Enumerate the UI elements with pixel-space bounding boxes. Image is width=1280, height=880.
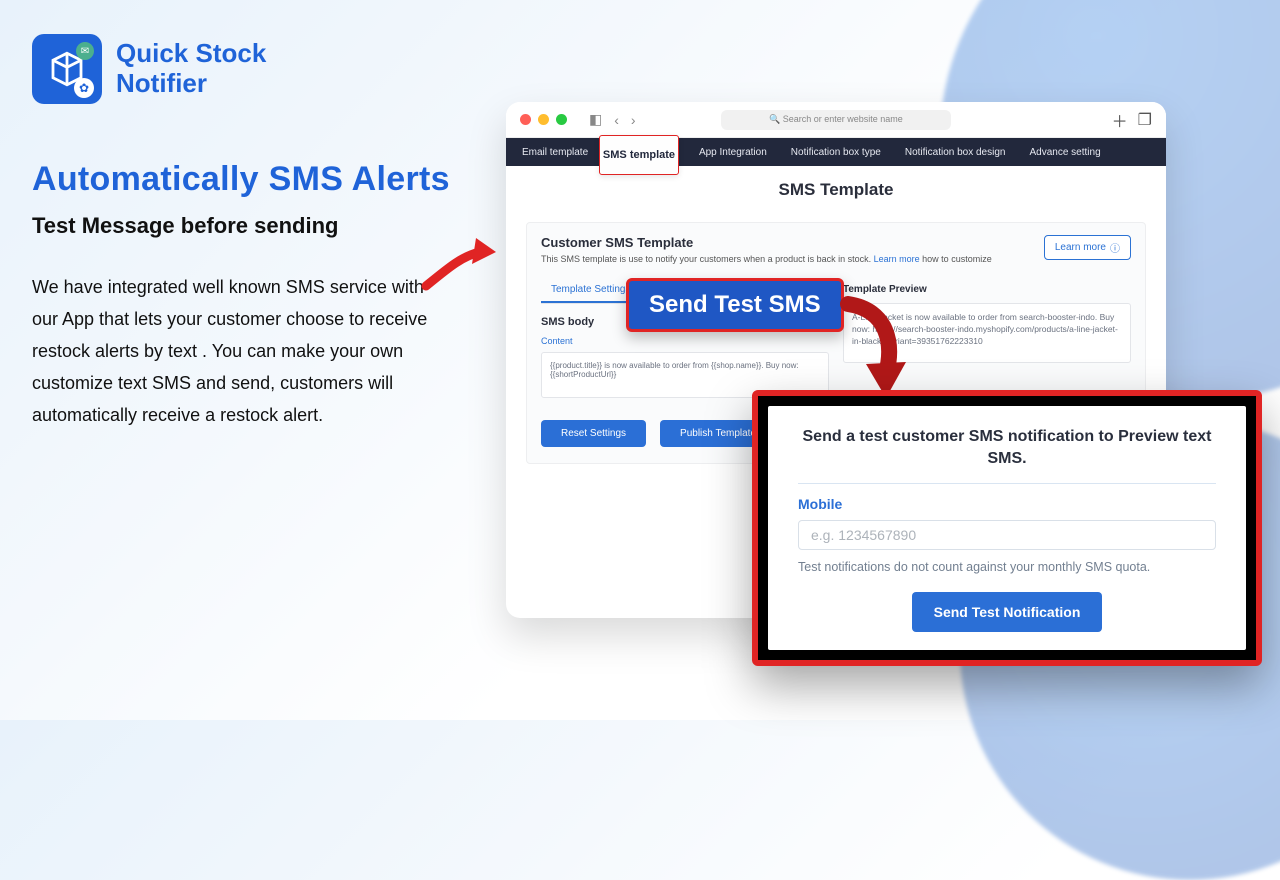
modal-title: Send a test customer SMS notification to… [798,426,1216,469]
card-description: This SMS template is use to notify your … [541,254,992,264]
traffic-minimize-icon[interactable] [538,114,549,125]
callout-send-test-sms: Send Test SMS [626,278,844,332]
learn-more-button[interactable]: Learn more ⓘ [1044,235,1131,260]
brand-name: Quick Stock Notifier [116,39,266,99]
traffic-close-icon[interactable] [520,114,531,125]
card-header: Customer SMS Template This SMS template … [541,235,1131,264]
mobile-input[interactable] [798,520,1216,550]
tab-email-template[interactable]: Email template [522,147,588,158]
left-column: ✉ ✿ Quick Stock Notifier Automatically S… [32,34,452,431]
new-tab-icon[interactable]: ＋ [1112,108,1128,132]
modal-mobile-label: Mobile [798,496,1216,512]
send-test-notification-button[interactable]: Send Test Notification [912,592,1103,632]
card-learn-link[interactable]: Learn more [874,254,920,264]
callout-sms-template: SMS template [599,135,679,175]
nav-forward-icon[interactable]: › [631,112,636,128]
template-preview-label: Template Preview [843,284,1131,295]
card-desc-pre: This SMS template is use to notify your … [541,254,874,264]
nav-back-icon[interactable]: ‹ [614,112,619,128]
arrow-left-icon [420,228,500,303]
browser-chrome-bar: ◧ ‹ › 🔍 Search or enter website name ＋ ❐ [506,102,1166,138]
page-title: SMS Template [526,180,1146,200]
tab-advance-setting[interactable]: Advance setting [1029,147,1100,158]
logo-row: ✉ ✿ Quick Stock Notifier [32,34,452,104]
brand-line2: Notifier [116,69,266,99]
logo-badge-dot-bottom: ✿ [74,78,94,98]
modal-help-text: Test notifications do not count against … [798,560,1216,574]
tab-notification-box-type[interactable]: Notification box type [791,147,881,158]
card-desc-post: how to customize [920,254,992,264]
browser-url-placeholder: 🔍 Search or enter website name [769,114,903,125]
send-test-modal: Send a test customer SMS notification to… [752,390,1262,666]
hero-subtitle: Test Message before sending [32,213,452,239]
tab-notification-box-design[interactable]: Notification box design [905,147,1006,158]
logo-badge-dot-top: ✉ [76,42,94,60]
reset-settings-button[interactable]: Reset Settings [541,420,646,447]
browser-url-input[interactable]: 🔍 Search or enter website name [721,110,951,130]
chrome-nav-icons: ◧ ‹ › [589,111,636,128]
traffic-maximize-icon[interactable] [556,114,567,125]
learn-more-label: Learn more [1055,242,1106,253]
brand-line1: Quick Stock [116,39,266,69]
sidebar-toggle-icon[interactable]: ◧ [589,111,602,128]
hero-body: We have integrated well known SMS servic… [32,271,432,431]
app-logo-icon: ✉ ✿ [32,34,102,104]
content-label: Content [541,336,829,346]
modal-divider [798,483,1216,484]
hero-title: Automatically SMS Alerts [32,160,452,199]
tab-app-integration[interactable]: App Integration [699,147,767,158]
card-title: Customer SMS Template [541,235,992,250]
tabs-overview-icon[interactable]: ❐ [1138,110,1152,130]
info-icon: ⓘ [1110,240,1120,255]
modal-inner: Send a test customer SMS notification to… [768,406,1246,650]
traffic-lights [520,114,567,125]
